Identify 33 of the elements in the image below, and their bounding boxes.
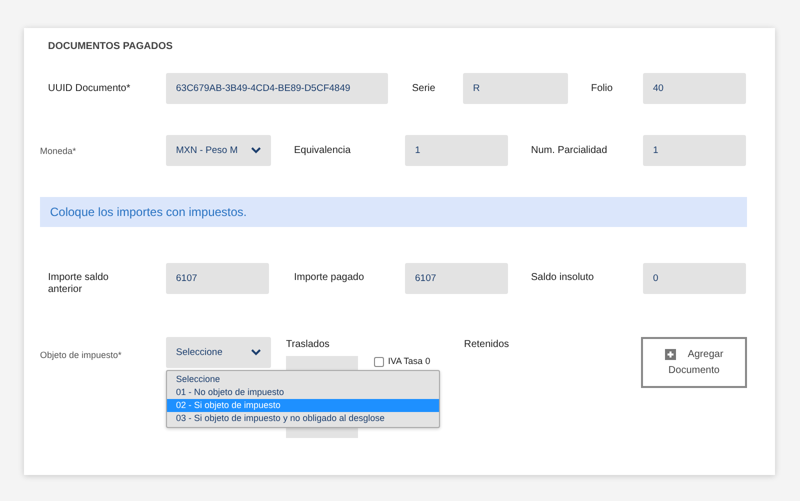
select-field[interactable]: MXN - Peso M bbox=[166, 135, 271, 166]
dropdown-option[interactable]: 01 - No objeto de impuesto bbox=[167, 386, 439, 399]
field-label: Objeto de impuesto* bbox=[40, 349, 123, 362]
input-field[interactable]: 1 bbox=[643, 135, 746, 166]
field-label: Equivalencia bbox=[293, 144, 352, 156]
field-label: Saldo insoluto bbox=[530, 272, 595, 284]
checkbox[interactable] bbox=[374, 357, 384, 367]
add-document-button[interactable]: Agregar Documento bbox=[641, 337, 747, 388]
field-label: Num. Parcialidad bbox=[530, 144, 608, 156]
input-field[interactable]: 63C679AB-3B49-4CD4-BE89-D5CF4849 bbox=[166, 73, 388, 104]
field-label: Serie bbox=[411, 82, 436, 94]
input-field[interactable]: 0 bbox=[643, 262, 746, 294]
section-label: Traslados bbox=[286, 339, 331, 350]
field-label: UUID Documento* bbox=[47, 82, 132, 94]
input-field[interactable]: R bbox=[463, 73, 568, 104]
field-label: Importe saldo anterior bbox=[47, 271, 110, 296]
input-field[interactable]: 1 bbox=[405, 135, 508, 166]
plus-icon bbox=[664, 349, 676, 360]
field-label: Folio bbox=[590, 82, 614, 94]
section-label: Retenidos bbox=[464, 339, 510, 350]
dropdown-option[interactable]: 03 - Si objeto de impuesto y no obligado al desglose bbox=[167, 412, 439, 425]
checkbox-label: IVA Tasa 0 bbox=[388, 356, 430, 366]
section-title: DOCUMENTOS PAGADOS bbox=[47, 41, 174, 52]
chevron-icon bbox=[251, 349, 261, 356]
chevron-icon bbox=[251, 147, 261, 154]
select-field[interactable]: Seleccione bbox=[166, 337, 271, 368]
dropdown-option[interactable]: Seleccione bbox=[167, 373, 439, 386]
field-label: Importe pagado bbox=[293, 272, 366, 284]
input-field[interactable]: 6107 bbox=[405, 262, 508, 294]
input-field[interactable]: 6107 bbox=[166, 262, 269, 294]
field-label: Moneda* bbox=[40, 144, 78, 156]
input-field[interactable]: 40 bbox=[643, 73, 746, 104]
notice-banner: Coloque los importes con impuestos. bbox=[40, 197, 747, 227]
